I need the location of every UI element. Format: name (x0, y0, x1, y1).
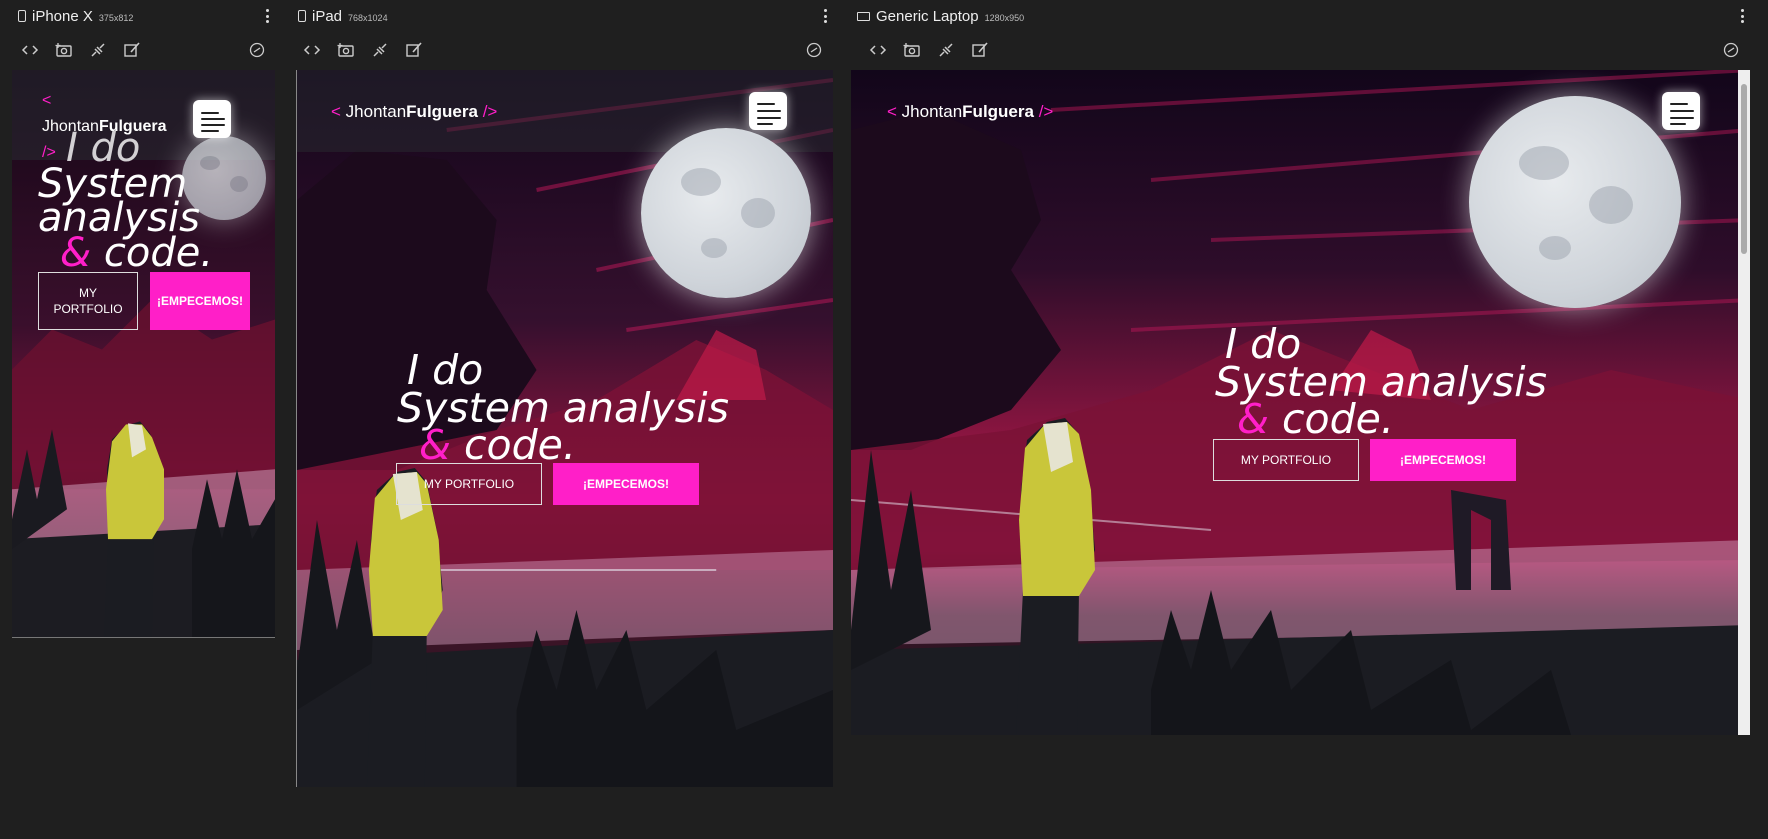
code-icon[interactable] (869, 42, 887, 58)
screenshot-icon[interactable] (903, 42, 921, 58)
plug-icon[interactable] (89, 42, 107, 58)
ipad-viewport: < JhontanFulguera /> I do System analysi… (296, 70, 833, 787)
start-button[interactable]: ¡EMPECEMOS! (553, 463, 699, 505)
device-panel-ipad: iPad 768x1024 < JhontanFulguera /> I do … (288, 0, 836, 839)
edit-icon[interactable] (123, 42, 141, 58)
screenshot-icon[interactable] (337, 42, 355, 58)
menu-button[interactable] (1662, 92, 1700, 130)
more-options-icon[interactable] (824, 9, 828, 23)
device-name: iPad (312, 8, 343, 25)
scrollbar-thumb[interactable] (1741, 84, 1747, 254)
iphone-viewport: < JhontanFulguera /> I do System analysi… (12, 70, 275, 638)
device-resolution: 1280x950 (984, 13, 1025, 23)
hero-line-3: code. (1268, 395, 1394, 444)
hero-ampersand: & (60, 229, 92, 276)
portfolio-button[interactable]: MY PORTFOLIO (396, 463, 542, 505)
moon (641, 128, 811, 298)
hero-heading: I do System analysis & code. (38, 125, 218, 273)
more-options-icon[interactable] (266, 9, 270, 23)
laptop-icon (857, 12, 870, 21)
more-options-icon[interactable] (1741, 9, 1745, 23)
device-resolution: 768x1024 (348, 13, 388, 23)
hero-ampersand: & (1237, 395, 1269, 444)
start-button[interactable]: ¡EMPECEMOS! (1370, 439, 1516, 481)
tablet-icon (298, 10, 306, 22)
edit-icon[interactable] (971, 42, 989, 58)
hero-heading: I do System analysis & code. (1215, 324, 1547, 440)
code-icon[interactable] (303, 42, 321, 58)
phone-icon (18, 10, 26, 22)
screenshot-icon[interactable] (55, 42, 73, 58)
hero-line-3: code. (91, 229, 214, 276)
laptop-viewport: < JhontanFulguera /> I do System analysi… (851, 70, 1750, 735)
device-title: iPhone X 375x812 (18, 8, 133, 25)
device-panel-iphone: iPhone X 375x812 < JhontanFulguera /> I … (0, 0, 280, 839)
start-button[interactable]: ¡EMPECEMOS! (150, 272, 250, 330)
device-name: Generic Laptop (876, 8, 979, 25)
hero-line-1: I do (66, 125, 141, 171)
rotate-icon[interactable] (1722, 42, 1740, 58)
device-name: iPhone X (32, 8, 93, 25)
site-logo[interactable]: < JhontanFulguera /> (331, 102, 497, 122)
edit-icon[interactable] (405, 42, 423, 58)
device-resolution: 375x812 (98, 13, 134, 23)
rotate-icon[interactable] (805, 42, 823, 58)
portfolio-button[interactable]: MY PORTFOLIO (1213, 439, 1359, 481)
hero-line-2: System analysis (38, 160, 200, 241)
site-logo[interactable]: < JhontanFulguera /> (887, 102, 1053, 122)
moon (1469, 96, 1681, 308)
device-title: iPad 768x1024 (298, 8, 388, 25)
plug-icon[interactable] (937, 42, 955, 58)
plug-icon[interactable] (371, 42, 389, 58)
menu-button[interactable] (749, 92, 787, 130)
rotate-icon[interactable] (248, 42, 266, 58)
scrollbar[interactable] (1738, 70, 1750, 735)
device-title: Generic Laptop 1280x950 (857, 8, 1024, 25)
portfolio-button[interactable]: MY PORTFOLIO (38, 272, 138, 330)
code-icon[interactable] (21, 42, 39, 58)
device-panel-laptop: Generic Laptop 1280x950 < JhontanFulguer… (845, 0, 1768, 839)
hero-heading: I do System analysis & code. (397, 350, 729, 466)
